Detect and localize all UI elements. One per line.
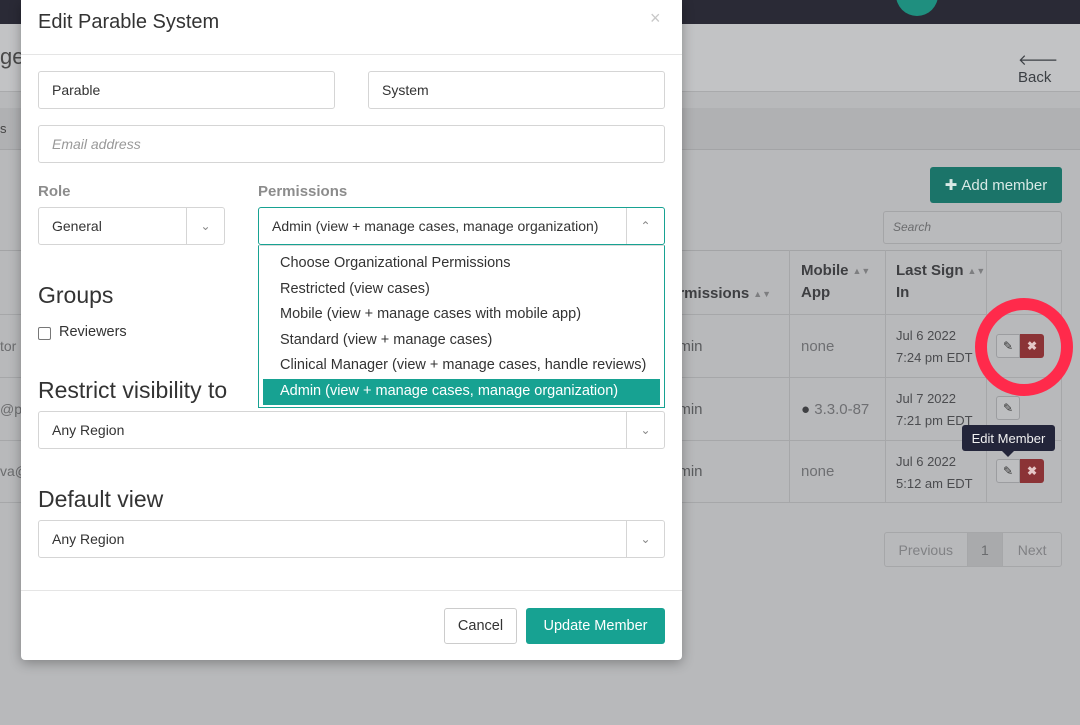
chevron-down-icon: ⌄ (626, 412, 664, 448)
last-sign-in-date: Jul 7 2022 (896, 391, 956, 406)
pencil-icon: ✎ (1002, 401, 1014, 415)
column-header-label: Last Sign (896, 262, 964, 279)
first-name-input[interactable]: Parable (38, 71, 335, 109)
close-icon: ✖ (1026, 464, 1038, 478)
update-member-button[interactable]: Update Member (526, 608, 665, 644)
last-sign-in-date: Jul 6 2022 (896, 328, 956, 343)
app-logo-icon (896, 0, 938, 16)
permissions-option[interactable]: Standard (view + manage cases) (259, 328, 664, 354)
member-last-sign-in-cell: Jul 6 2022 7:24 pm EDT (896, 325, 973, 369)
permissions-option[interactable]: Mobile (view + manage cases with mobile … (259, 302, 664, 328)
permissions-option[interactable]: Restricted (view cases) (259, 277, 664, 303)
member-last-sign-in-cell: Jul 6 2022 5:12 am EDT (896, 451, 973, 495)
role-label: Role (38, 183, 71, 200)
member-name-cell: tor (0, 338, 17, 354)
back-label: Back (1018, 69, 1052, 86)
column-header-last-sign-in[interactable]: Last Sign ▲▼ In (896, 260, 985, 304)
permissions-option-selected[interactable]: Admin (view + manage cases, manage organ… (263, 378, 660, 405)
add-member-label: Add member (961, 176, 1048, 194)
last-name-input[interactable]: System (368, 71, 665, 109)
arrow-left-icon: 🡐 (1018, 52, 1059, 69)
modal-footer-divider (21, 590, 682, 591)
last-sign-in-date: Jul 6 2022 (896, 454, 956, 469)
column-header-label: In (896, 284, 910, 301)
last-sign-in-time: 5:12 am EDT (896, 476, 973, 491)
last-sign-in-time: 7:24 pm EDT (896, 350, 973, 365)
member-last-sign-in-cell: Jul 7 2022 7:21 pm EDT (896, 388, 973, 432)
pagination: Previous 1 Next (884, 532, 1062, 567)
table-col-divider (885, 250, 886, 503)
reviewers-checkbox[interactable] (38, 327, 51, 340)
cancel-button[interactable]: Cancel (444, 608, 517, 644)
default-view-value: Any Region (52, 531, 125, 547)
pagination-next[interactable]: Next (1003, 533, 1061, 566)
pagination-page[interactable]: 1 (967, 533, 1004, 566)
pencil-icon: ✎ (1002, 464, 1014, 478)
sort-icon: ▲▼ (753, 289, 772, 299)
apple-icon: ● (801, 401, 811, 418)
default-view-select[interactable]: Any Region ⌄ (38, 520, 665, 558)
modal-header-divider (21, 54, 682, 55)
groups-title: Groups (38, 282, 114, 308)
tab-label[interactable]: s (0, 121, 7, 136)
chevron-up-icon: ⌃ (626, 208, 664, 244)
pagination-previous[interactable]: Previous (885, 533, 968, 566)
edit-member-button[interactable]: ✎ (996, 396, 1020, 420)
members-search-input[interactable]: Search (883, 211, 1062, 244)
permissions-option[interactable]: Choose Organizational Permissions (259, 251, 664, 277)
reviewers-checkbox-label[interactable]: Reviewers (59, 324, 127, 340)
permissions-dropdown: Choose Organizational Permissions Restri… (258, 245, 665, 408)
edit-member-tooltip: Edit Member (962, 425, 1055, 457)
email-input[interactable]: Email address (38, 125, 665, 163)
permissions-option[interactable]: Clinical Manager (view + manage cases, h… (259, 353, 664, 379)
role-select-value: General (52, 218, 102, 234)
close-icon[interactable]: × (650, 8, 661, 29)
column-header-label: Mobile (801, 262, 849, 279)
column-header-label: App (801, 284, 831, 301)
column-header-mobile-app[interactable]: Mobile ▲▼ App (801, 260, 870, 304)
annotation-circle (975, 298, 1073, 396)
sort-icon: ▲▼ (852, 266, 871, 276)
member-mobile-cell: none (801, 463, 835, 480)
permissions-select[interactable]: Admin (view + manage cases, manage organ… (258, 207, 665, 245)
permissions-label: Permissions (258, 183, 348, 200)
chevron-down-icon: ⌄ (626, 521, 664, 557)
back-link[interactable]: 🡐 Back (1018, 50, 1080, 86)
delete-member-button[interactable]: ✖ (1020, 459, 1044, 483)
restrict-visibility-title: Restrict visibility to (38, 377, 228, 403)
sort-icon: ▲▼ (967, 266, 986, 276)
mobile-app-version: 3.3.0-87 (814, 401, 870, 418)
restrict-visibility-select[interactable]: Any Region ⌄ (38, 411, 665, 449)
permissions-select-value: Admin (view + manage cases, manage organ… (272, 218, 599, 234)
table-col-divider (789, 250, 790, 503)
modal-title: Edit Parable System (38, 11, 220, 33)
edit-member-button[interactable]: ✎ (996, 459, 1020, 483)
role-select[interactable]: General ⌄ (38, 207, 225, 245)
member-mobile-cell: none (801, 338, 835, 355)
restrict-visibility-value: Any Region (52, 422, 125, 438)
edit-member-modal: Edit Parable System × Parable System Ema… (21, 0, 682, 660)
member-mobile-cell: ● 3.3.0-87 (801, 401, 869, 418)
chevron-down-icon: ⌄ (186, 208, 224, 244)
default-view-title: Default view (38, 486, 164, 512)
plus-icon: ✚ (944, 177, 958, 194)
add-member-button[interactable]: ✚ Add member (930, 167, 1062, 203)
